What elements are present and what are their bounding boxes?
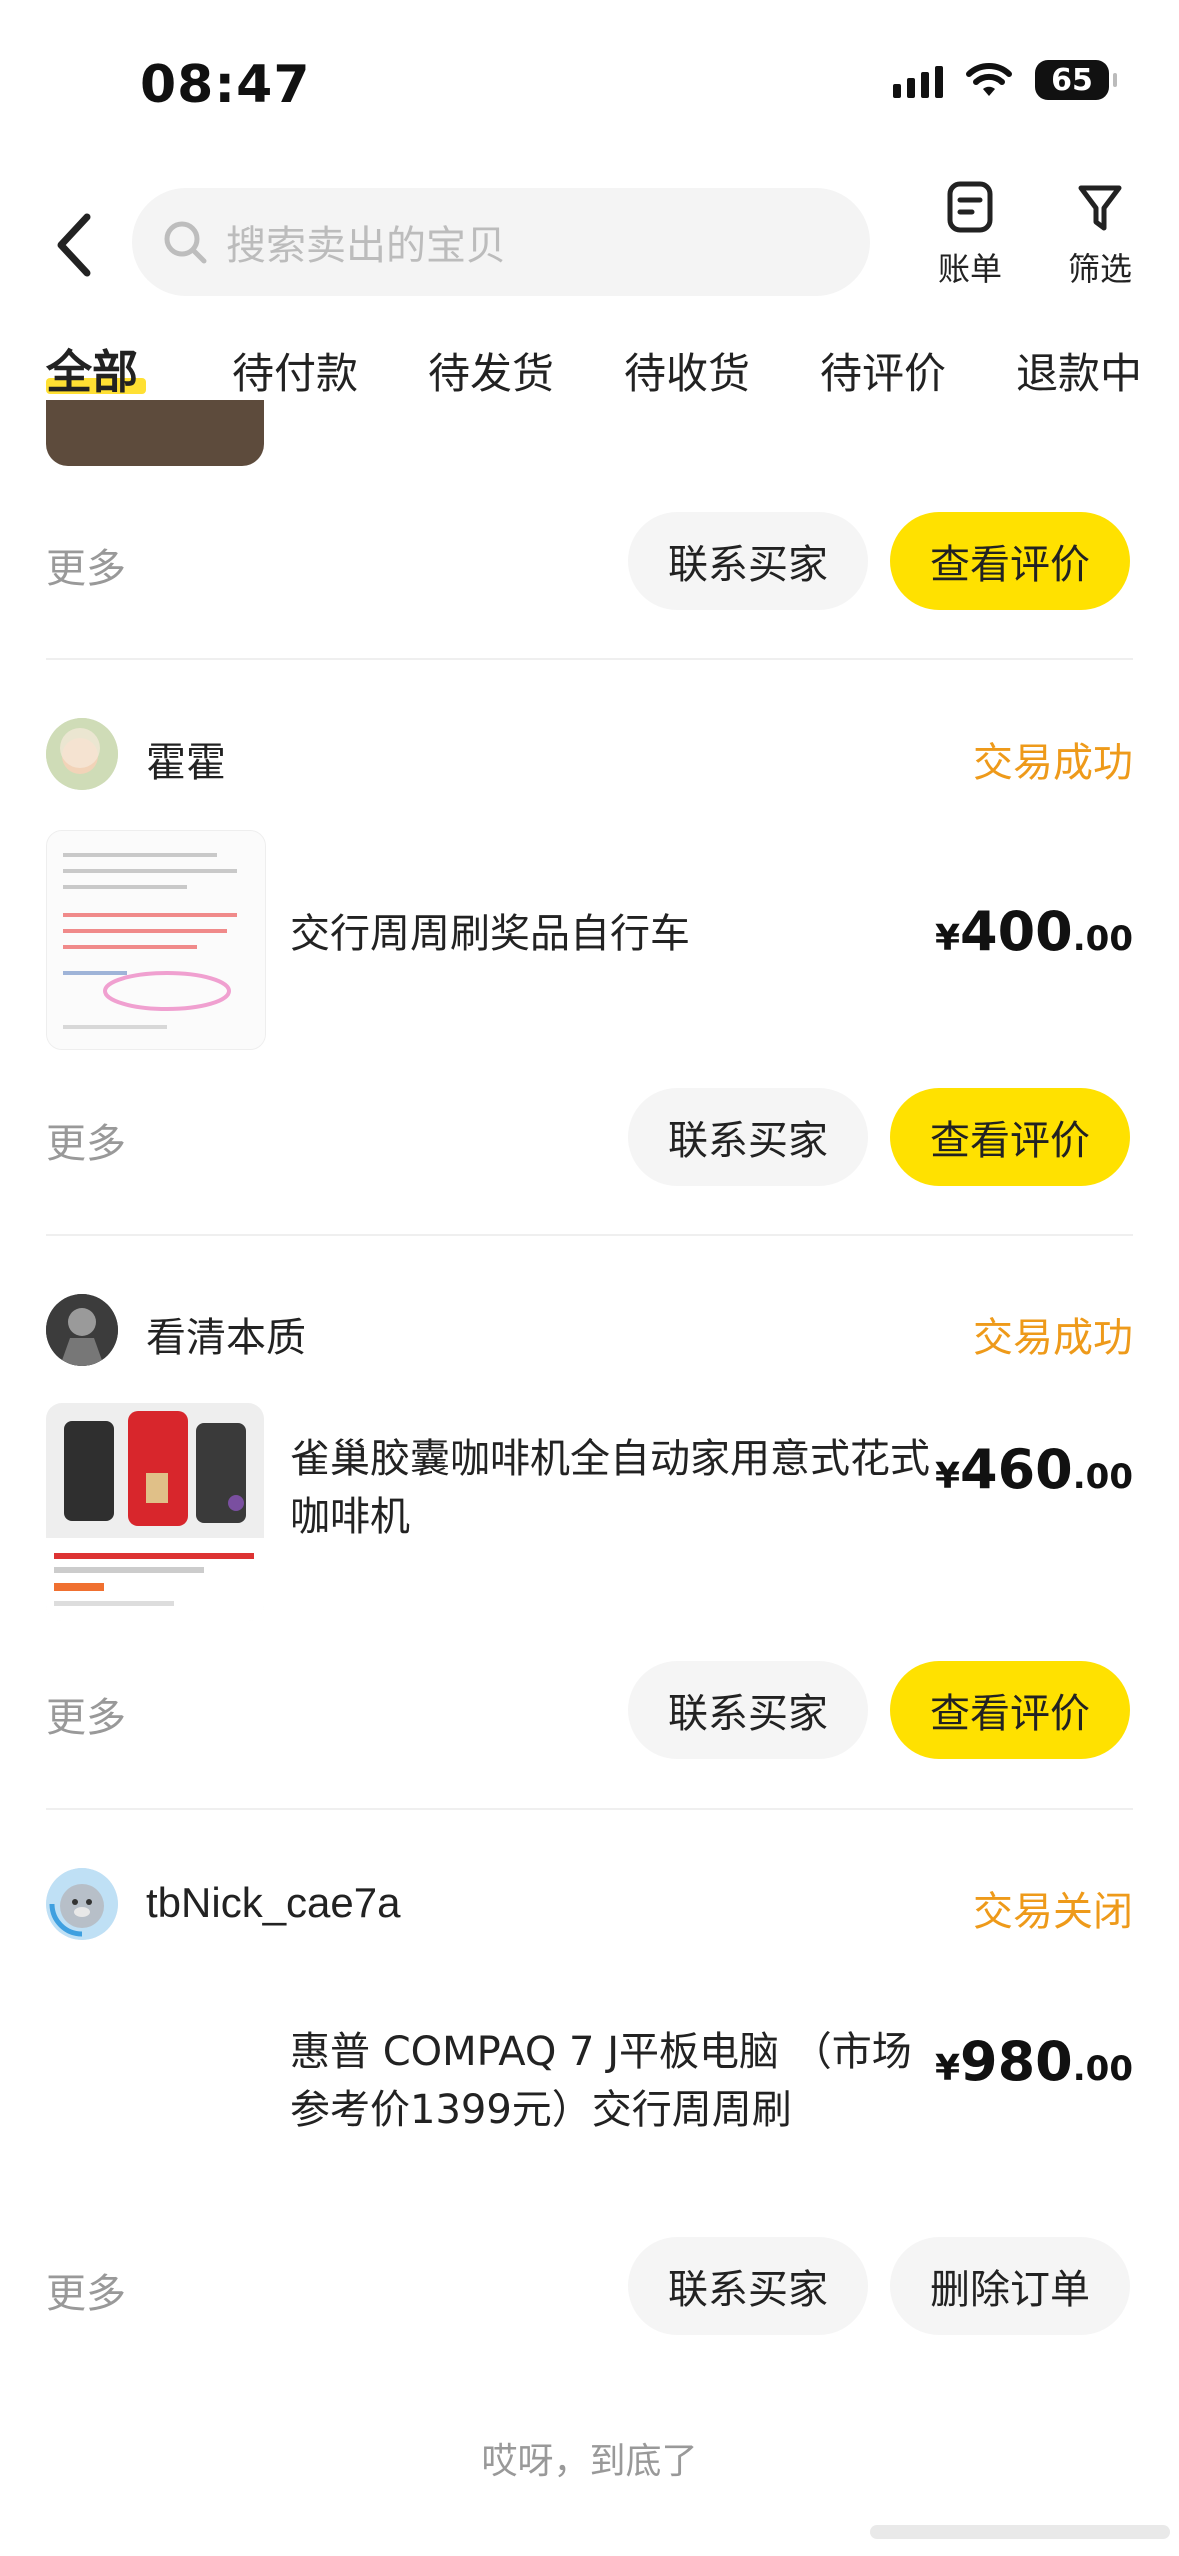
order-thumbnail-cropped xyxy=(46,400,264,466)
view-review-button[interactable]: 查看评价 xyxy=(890,1088,1130,1186)
order-status: 交易关闭 xyxy=(973,1889,1133,1935)
price-integer: 400 xyxy=(960,900,1073,963)
search-icon xyxy=(164,221,207,264)
search-input[interactable]: 搜索卖出的宝贝 xyxy=(132,188,870,296)
product-title[interactable]: 交行周周刷奖品自行车 xyxy=(290,905,930,963)
delete-order-button[interactable]: 删除订单 xyxy=(890,2237,1130,2335)
home-indicator xyxy=(870,2525,1170,2539)
currency-symbol: ¥ xyxy=(934,2048,961,2089)
more-link[interactable]: 更多 xyxy=(46,1685,126,1743)
tab-refunding[interactable]: 退款中 xyxy=(1016,340,1142,401)
product-title[interactable]: 雀巢胶囊咖啡机全自动家用意式花式咖啡机 xyxy=(290,1430,930,1546)
avatar-image xyxy=(46,718,118,790)
battery-icon: 65 xyxy=(1035,60,1117,100)
contact-buyer-button[interactable]: 联系买家 xyxy=(628,1088,868,1186)
divider xyxy=(46,658,1133,660)
view-review-button[interactable]: 查看评价 xyxy=(890,1661,1130,1759)
product-thumbnail[interactable] xyxy=(46,830,266,1050)
tab-pending-review[interactable]: 待评价 xyxy=(820,340,946,401)
price: ¥400.00 xyxy=(935,900,1133,963)
end-of-list-text: 哎呀，到底了 xyxy=(481,2441,698,2482)
bill-icon xyxy=(947,181,993,233)
more-link[interactable]: 更多 xyxy=(46,536,126,594)
price-decimal: .00 xyxy=(1072,1457,1133,1497)
product-title[interactable]: 惠普 COMPAQ 7 J平板电脑 （市场参考价1399元）交行周周刷 xyxy=(290,2023,930,2139)
search-placeholder: 搜索卖出的宝贝 xyxy=(226,223,506,269)
tab-all[interactable]: 全部 xyxy=(46,336,138,402)
bill-label: 账单 xyxy=(937,250,1002,288)
tab-pending-payment[interactable]: 待付款 xyxy=(232,340,358,401)
price-integer: 460 xyxy=(960,1438,1073,1501)
price: ¥460.00 xyxy=(935,1438,1133,1501)
status-icons: 65 xyxy=(893,60,1117,100)
avatar[interactable] xyxy=(46,1868,118,1940)
tab-pending-receipt[interactable]: 待收货 xyxy=(624,340,750,401)
avatar-image xyxy=(46,1868,118,1940)
bill-button[interactable]: 账单 xyxy=(915,180,1025,290)
avatar[interactable] xyxy=(46,718,118,790)
avatar-image xyxy=(46,1294,118,1366)
product-thumbnail[interactable] xyxy=(46,1403,264,1621)
seller-name[interactable]: 看清本质 xyxy=(146,1305,306,1363)
divider xyxy=(46,1234,1133,1236)
more-link[interactable]: 更多 xyxy=(46,2261,126,2319)
contact-buyer-button[interactable]: 联系买家 xyxy=(628,1661,868,1759)
order-status: 交易成功 xyxy=(973,740,1133,786)
tab-pending-shipment[interactable]: 待发货 xyxy=(428,340,554,401)
order-status: 交易成功 xyxy=(973,1315,1133,1361)
seller-name[interactable]: 霍霍 xyxy=(146,730,226,788)
currency-symbol: ¥ xyxy=(934,918,961,959)
avatar[interactable] xyxy=(46,1294,118,1366)
product-image xyxy=(46,1403,264,1621)
price-decimal: .00 xyxy=(1072,919,1133,959)
more-link[interactable]: 更多 xyxy=(46,1111,126,1169)
cellular-signal-icon xyxy=(893,62,943,98)
contact-buyer-button[interactable]: 联系买家 xyxy=(628,512,868,610)
currency-symbol: ¥ xyxy=(934,1456,961,1497)
status-time: 08:47 xyxy=(140,55,311,115)
seller-name[interactable]: tbNick_cae7a xyxy=(146,1879,400,1927)
product-image xyxy=(47,831,265,1049)
filter-icon xyxy=(1078,185,1122,231)
price: ¥980.00 xyxy=(935,2030,1133,2093)
wifi-icon xyxy=(966,63,1012,96)
filter-label: 筛选 xyxy=(1067,250,1132,288)
divider xyxy=(46,1808,1133,1810)
view-review-button[interactable]: 查看评价 xyxy=(890,512,1130,610)
filter-button[interactable]: 筛选 xyxy=(1045,180,1155,290)
back-arrow-icon[interactable] xyxy=(45,205,105,285)
contact-buyer-button[interactable]: 联系买家 xyxy=(628,2237,868,2335)
price-decimal: .00 xyxy=(1072,2049,1133,2089)
order-tabs: 全部 待付款 待发货 待收货 待评价 退款中 xyxy=(0,330,1179,410)
price-integer: 980 xyxy=(960,2030,1073,2093)
